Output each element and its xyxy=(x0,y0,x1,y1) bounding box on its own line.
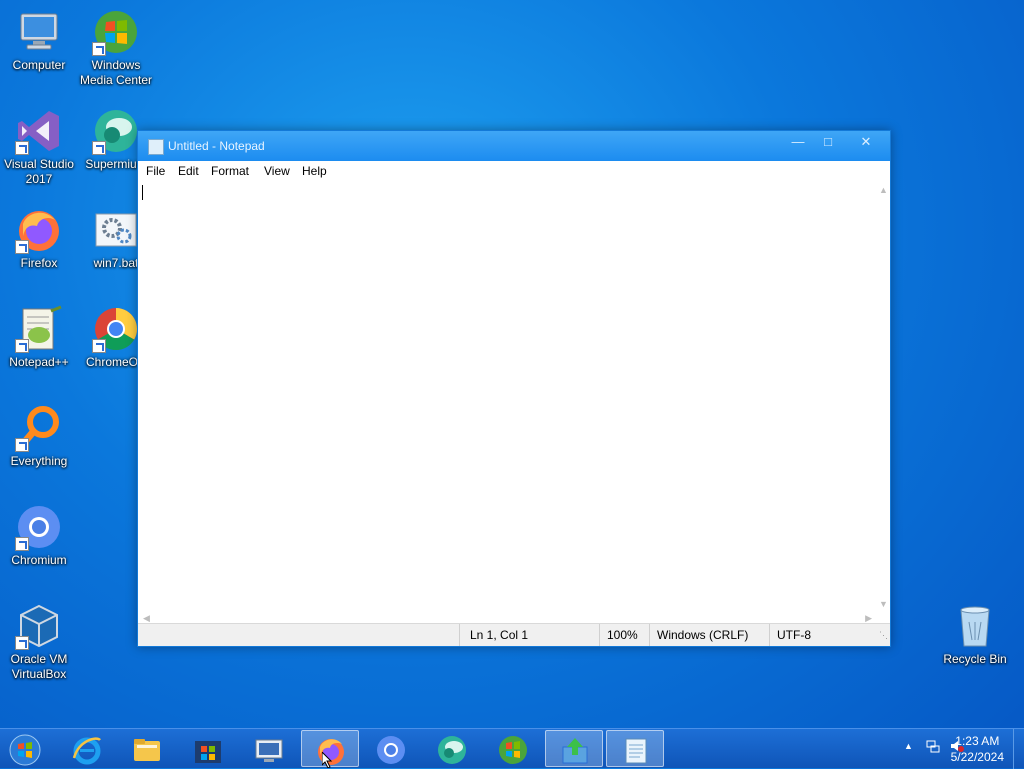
store-icon xyxy=(195,741,221,763)
close-button[interactable]: ✕ xyxy=(848,131,884,155)
shortcut-arrow-icon xyxy=(15,339,29,353)
file-transfer-icon xyxy=(562,738,588,764)
network-icon[interactable] xyxy=(926,739,940,753)
desktop-icon-notepad-plus-plus[interactable]: Notepad++ xyxy=(1,305,77,370)
shortcut-arrow-icon xyxy=(92,42,106,56)
status-cursor-position: Ln 1, Col 1 xyxy=(470,628,529,642)
computer-icon xyxy=(15,8,63,56)
menu-edit[interactable]: Edit xyxy=(178,164,199,178)
clock-time: 1:23 AM xyxy=(955,734,1000,748)
mouse-cursor-icon xyxy=(322,752,333,768)
taskbar-file-transfer[interactable] xyxy=(545,730,603,767)
status-encoding: UTF-8 xyxy=(777,628,811,642)
desktop-icon-everything[interactable]: Everything xyxy=(1,404,77,469)
desktop-icon-label: Computer xyxy=(12,58,66,72)
desktop-icon-visual-studio[interactable]: Visual Studio 2017 xyxy=(1,107,77,187)
visual-studio-icon xyxy=(15,107,63,155)
shortcut-arrow-icon xyxy=(15,537,29,551)
shortcut-arrow-icon xyxy=(15,438,29,452)
folder-icon xyxy=(134,739,160,761)
taskbar-chromium[interactable] xyxy=(362,730,420,767)
show-hidden-icons-chevron-up-icon[interactable]: ▲ xyxy=(904,741,913,751)
menu-bar: File Edit Format View Help xyxy=(138,161,890,181)
status-separator xyxy=(459,624,460,646)
remote-desktop-icon xyxy=(255,739,283,762)
taskbar-notepad[interactable] xyxy=(606,730,664,767)
status-separator xyxy=(599,624,600,646)
notepad-icon xyxy=(625,738,647,764)
status-separator xyxy=(769,624,770,646)
clock[interactable]: 1:23 AM 5/22/2024 xyxy=(951,733,1004,765)
text-editor[interactable]: ▲ ▼ ◀ ▶ xyxy=(138,181,890,625)
notepad-app-icon xyxy=(148,139,164,155)
status-zoom: 100% xyxy=(607,628,638,642)
system-tray: ▲ 1:23 AM 5/22/2024 xyxy=(874,729,1024,769)
status-line-ending: Windows (CRLF) xyxy=(657,628,749,642)
notepad-plus-plus-icon xyxy=(15,305,63,353)
shortcut-arrow-icon xyxy=(15,240,29,254)
scroll-up-icon[interactable]: ▲ xyxy=(879,185,888,195)
menu-file[interactable]: File xyxy=(146,164,165,178)
text-caret xyxy=(142,185,143,200)
supermium-icon xyxy=(438,736,466,764)
status-bar: Ln 1, Col 1 100% Windows (CRLF) UTF-8 ⋱ xyxy=(138,623,890,646)
shortcut-arrow-icon xyxy=(15,636,29,650)
taskbar-supermium[interactable] xyxy=(423,730,481,767)
desktop-icon-label: Firefox xyxy=(20,256,58,270)
windows-media-center-icon xyxy=(92,8,140,56)
shortcut-arrow-icon xyxy=(92,339,106,353)
desktop-icon-label: Recycle Bin xyxy=(943,652,1007,666)
desktop-icon-label: Oracle VM VirtualBox xyxy=(10,652,68,681)
desktop-icon-recycle-bin[interactable]: Recycle Bin xyxy=(937,602,1013,667)
shortcut-arrow-icon xyxy=(92,141,106,155)
desktop-icon-label: Visual Studio 2017 xyxy=(4,157,74,186)
taskbar-windows-store[interactable] xyxy=(179,730,237,767)
windows-media-center-icon xyxy=(499,736,527,764)
desktop-icon-label: Chromium xyxy=(11,553,67,567)
start-button[interactable] xyxy=(0,730,52,767)
chrome-icon xyxy=(92,305,140,353)
desktop-icon-chromium[interactable]: Chromium xyxy=(1,503,77,568)
recycle-bin-icon xyxy=(951,602,999,650)
taskbar-file-explorer[interactable] xyxy=(118,730,176,767)
desktop-icon-label: Everything xyxy=(10,454,68,468)
title-bar[interactable]: Untitled - Notepad — □ ✕ xyxy=(138,131,890,161)
chromium-icon xyxy=(15,503,63,551)
virtualbox-icon xyxy=(15,602,63,650)
taskbar: ▲ 1:23 AM 5/22/2024 xyxy=(0,728,1024,769)
vertical-scrollbar[interactable]: ▲ ▼ xyxy=(876,181,890,611)
everything-search-icon xyxy=(15,404,63,452)
batch-file-gears-icon xyxy=(92,206,140,254)
status-separator xyxy=(649,624,650,646)
desktop-icon-windows-media-center[interactable]: Windows Media Center xyxy=(78,8,154,88)
menu-view[interactable]: View xyxy=(264,164,290,178)
desktop-icon-computer[interactable]: Computer xyxy=(1,8,77,73)
supermium-icon xyxy=(92,107,140,155)
taskbar-remote-desktop[interactable] xyxy=(240,730,298,767)
clock-date: 5/22/2024 xyxy=(950,750,1004,764)
chromium-icon xyxy=(377,736,405,764)
window-title: Untitled - Notepad xyxy=(168,139,265,153)
desktop-icon-label: Windows Media Center xyxy=(79,58,153,87)
scroll-down-icon[interactable]: ▼ xyxy=(879,599,888,609)
maximize-button[interactable]: □ xyxy=(810,131,846,155)
show-desktop-button[interactable] xyxy=(1013,729,1024,769)
firefox-icon xyxy=(15,206,63,254)
resize-grip-icon[interactable]: ⋱ xyxy=(879,630,888,641)
notepad-window[interactable]: Untitled - Notepad — □ ✕ File Edit Forma… xyxy=(137,130,891,647)
menu-help[interactable]: Help xyxy=(302,164,327,178)
shortcut-arrow-icon xyxy=(15,141,29,155)
taskbar-windows-media-center[interactable] xyxy=(484,730,542,767)
menu-format[interactable]: Format xyxy=(211,164,249,178)
internet-explorer-icon xyxy=(72,737,101,765)
desktop-icon-firefox[interactable]: Firefox xyxy=(1,206,77,271)
desktop-icon-virtualbox[interactable]: Oracle VM VirtualBox xyxy=(1,602,77,682)
desktop-icon-label: Notepad++ xyxy=(9,355,69,369)
taskbar-internet-explorer[interactable] xyxy=(58,730,116,767)
